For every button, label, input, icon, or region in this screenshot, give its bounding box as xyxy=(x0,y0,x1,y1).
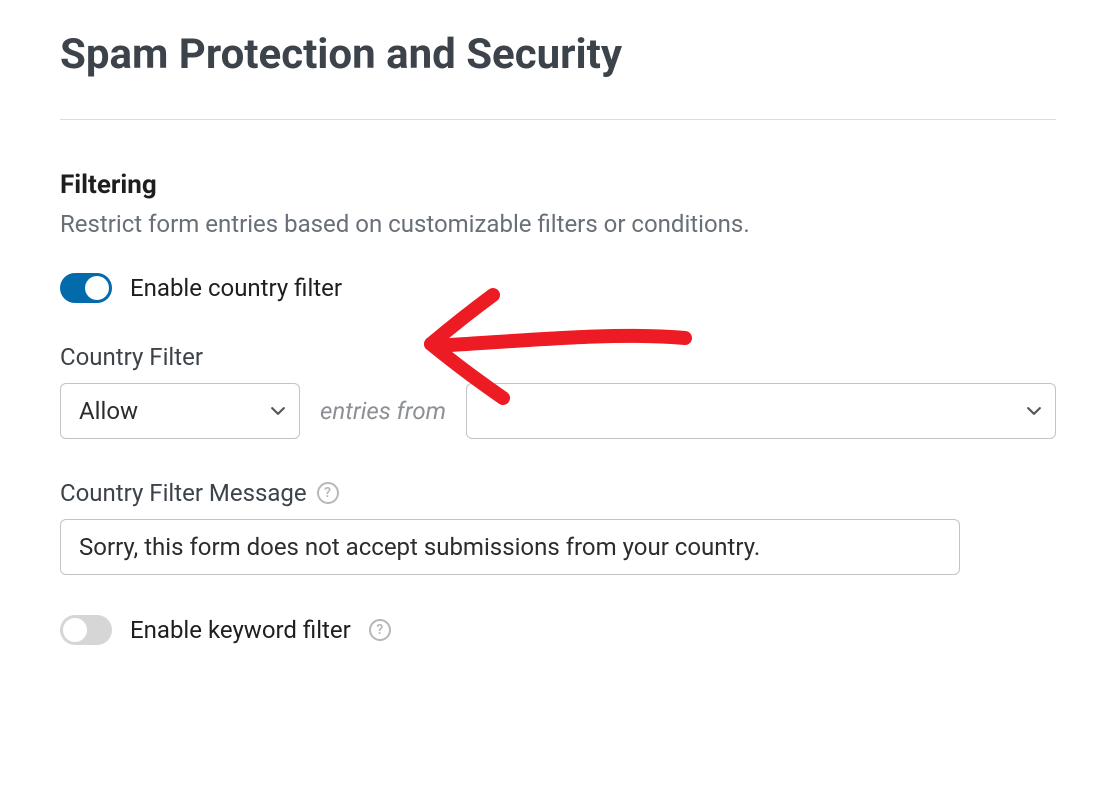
chevron-down-icon xyxy=(1027,404,1041,418)
enable-keyword-filter-toggle[interactable] xyxy=(60,615,112,645)
toggle-knob xyxy=(85,276,109,300)
toggle-knob xyxy=(63,618,87,642)
country-filter-countries-select[interactable] xyxy=(466,383,1056,439)
divider xyxy=(60,119,1056,120)
enable-keyword-filter-row: Enable keyword filter ? xyxy=(60,615,1056,645)
filtering-section-title: Filtering xyxy=(60,170,1056,200)
chevron-down-icon xyxy=(271,404,285,418)
country-filter-message-input[interactable] xyxy=(60,519,960,575)
country-filter-message-label: Country Filter Message ? xyxy=(60,479,1056,507)
country-filter-message-label-text: Country Filter Message xyxy=(60,479,307,507)
help-icon[interactable]: ? xyxy=(369,619,391,641)
enable-keyword-filter-label: Enable keyword filter xyxy=(130,616,351,644)
page-title: Spam Protection and Security xyxy=(60,30,1056,79)
enable-country-filter-label: Enable country filter xyxy=(130,274,342,302)
country-filter-action-value: Allow xyxy=(79,397,138,425)
country-filter-row: Allow entries from xyxy=(60,383,1056,439)
country-filter-label: Country Filter xyxy=(60,343,1056,371)
country-filter-action-select[interactable]: Allow xyxy=(60,383,300,439)
enable-country-filter-row: Enable country filter xyxy=(60,273,1056,303)
enable-country-filter-toggle[interactable] xyxy=(60,273,112,303)
entries-from-text: entries from xyxy=(320,397,446,425)
help-icon[interactable]: ? xyxy=(317,482,339,504)
filtering-section-desc: Restrict form entries based on customiza… xyxy=(60,210,1056,238)
